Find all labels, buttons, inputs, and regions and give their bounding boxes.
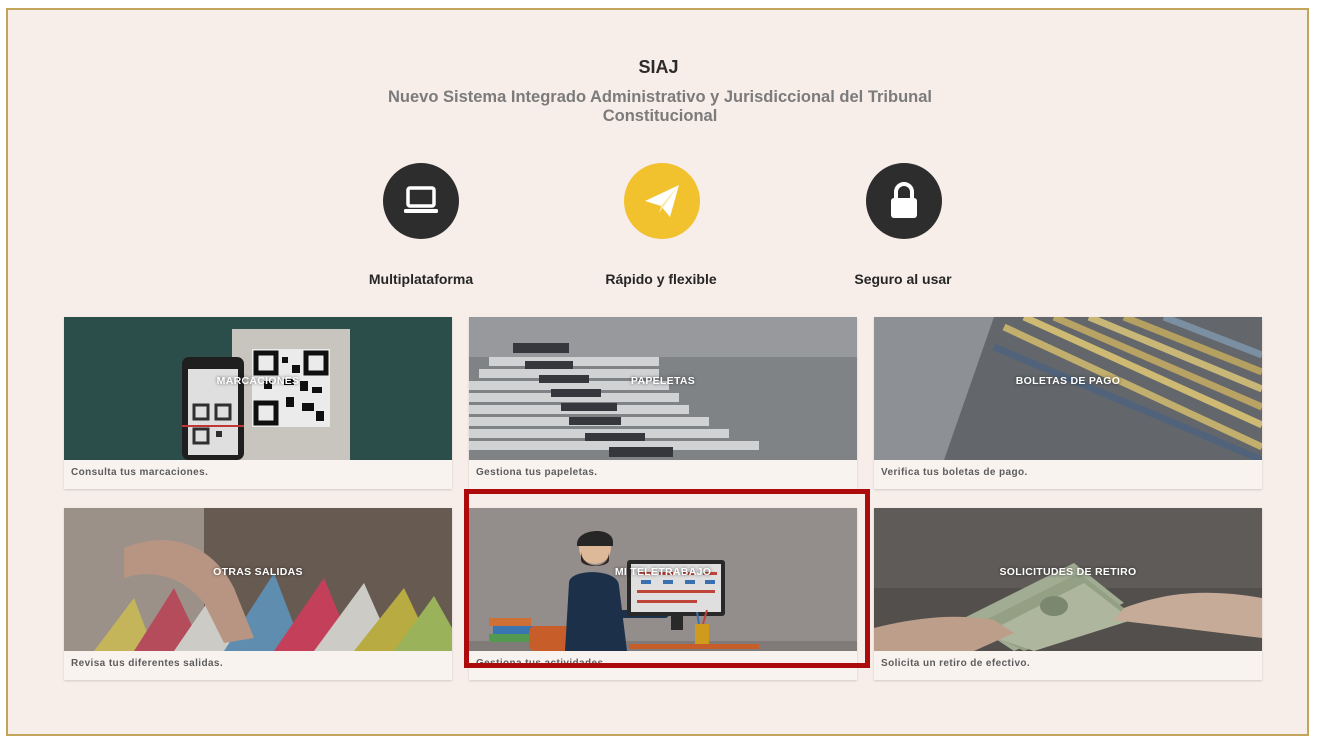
card-boletas-de-pago[interactable]: BOLETAS DE PAGO Verifica tus boletas de … — [874, 317, 1262, 489]
marcaciones-title: MARCACIONES — [216, 375, 300, 387]
feature-seguro-label: Seguro al usar — [854, 271, 952, 287]
lock-icon — [866, 163, 942, 239]
card-solicitudes-de-retiro[interactable]: SOLICITUDES DE RETIRO Solicita un retiro… — [874, 508, 1262, 680]
boletas-title: BOLETAS DE PAGO — [1015, 375, 1121, 387]
highlight-box — [464, 489, 870, 668]
retiro-title: SOLICITUDES DE RETIRO — [999, 566, 1137, 578]
paper-plane-icon — [624, 163, 700, 239]
boletas-description: Verifica tus boletas de pago. — [881, 467, 1028, 478]
retiro-image: SOLICITUDES DE RETIRO — [874, 508, 1262, 651]
page-title: SIAJ — [638, 57, 679, 77]
retiro-description: Solicita un retiro de efectivo. — [881, 658, 1031, 669]
otras-salidas-title: OTRAS SALIDAS — [213, 566, 303, 578]
marcaciones-image: MARCACIONES — [64, 317, 452, 460]
page-subtitle: Nuevo Sistema Integrado Administrativo y… — [387, 88, 933, 125]
otras-salidas-description: Revisa tus diferentes salidas. — [71, 658, 224, 669]
card-papeletas[interactable]: PAPELETAS Gestiona tus papeletas. — [469, 317, 857, 489]
marcaciones-description: Consulta tus marcaciones. — [71, 467, 209, 478]
papeletas-description: Gestiona tus papeletas. — [476, 467, 598, 478]
card-otras-salidas[interactable]: OTRAS SALIDAS Revisa tus diferentes sali… — [64, 508, 452, 680]
boletas-image: BOLETAS DE PAGO — [874, 317, 1262, 460]
papeletas-title: PAPELETAS — [630, 375, 696, 387]
papeletas-image: PAPELETAS — [469, 317, 857, 460]
otras-salidas-image: OTRAS SALIDAS — [64, 508, 452, 651]
card-marcaciones[interactable]: MARCACIONES Consulta tus marcaciones. — [64, 317, 452, 489]
laptop-icon — [383, 163, 459, 239]
feature-multiplataforma-label: Multiplataforma — [368, 271, 474, 287]
feature-rapido-label: Rápido y flexible — [605, 271, 717, 287]
